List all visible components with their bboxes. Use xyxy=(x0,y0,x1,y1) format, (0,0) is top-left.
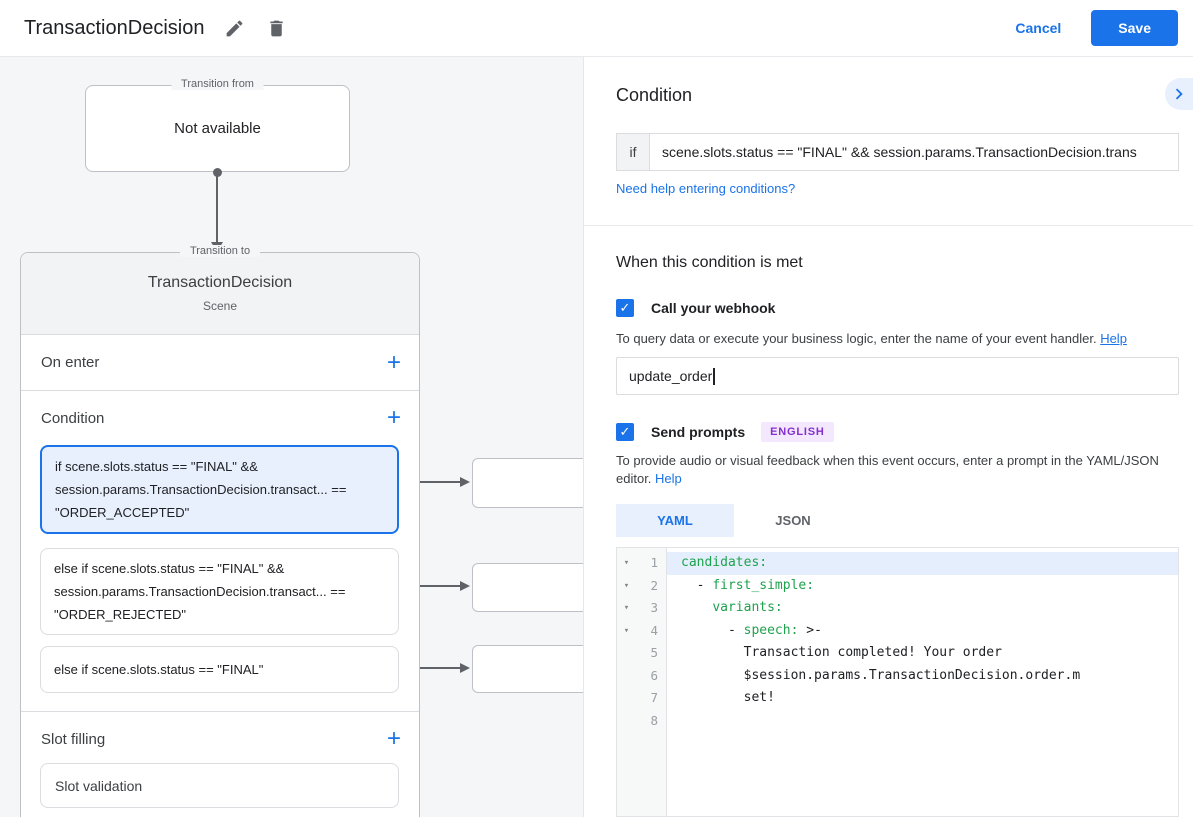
code-line: set! xyxy=(667,687,1178,710)
gutter-row: 7 xyxy=(617,687,666,710)
transition-target-box-1[interactable] xyxy=(472,458,592,508)
gutter-row: ▾4 xyxy=(617,620,666,643)
transition-target-box-3[interactable] xyxy=(472,645,592,693)
gutter-row: 5 xyxy=(617,642,666,665)
flow-canvas: Transition from Not available Transition… xyxy=(0,57,583,817)
add-on-enter-button[interactable]: + xyxy=(387,351,401,375)
on-enter-row: On enter + xyxy=(21,335,419,391)
condition-expression-input[interactable]: scene.slots.status == "FINAL" && session… xyxy=(650,133,1179,171)
fold-arrow-icon[interactable]: ▾ xyxy=(617,620,633,643)
gutter-row: 8 xyxy=(617,710,666,733)
yaml-editor[interactable]: ▾1 ▾2 ▾3 ▾4 5 6 7 8 candidates: - first_… xyxy=(616,547,1179,817)
webhook-help-link[interactable]: Help xyxy=(1100,331,1127,346)
collapse-panel-button[interactable] xyxy=(1165,78,1193,110)
scene-header[interactable]: TransactionDecision Scene xyxy=(21,253,419,335)
condition-3-connector-arrowhead xyxy=(460,663,470,673)
prompts-help-link[interactable]: Help xyxy=(655,471,682,486)
transition-target-box-2[interactable] xyxy=(472,563,592,612)
line-number: 6 xyxy=(633,665,666,688)
editor-code-area[interactable]: candidates: - first_simple: variants: - … xyxy=(667,548,1178,816)
line-number: 1 xyxy=(633,552,666,575)
webhook-helper-text: To query data or execute your business l… xyxy=(616,330,1182,348)
webhook-checkbox-row: ✓ Call your webhook xyxy=(616,299,775,317)
condition-input-row: if scene.slots.status == "FINAL" && sess… xyxy=(616,133,1179,171)
trash-icon[interactable] xyxy=(264,16,288,40)
line-number: 2 xyxy=(633,575,666,598)
condition-2-connector-arrowhead xyxy=(460,581,470,591)
condition-card-2[interactable]: else if scene.slots.status == "FINAL" &&… xyxy=(40,548,399,635)
line-number: 3 xyxy=(633,597,666,620)
section-divider xyxy=(21,711,419,712)
panel-divider xyxy=(584,225,1193,226)
save-button[interactable]: Save xyxy=(1091,10,1178,46)
webhook-checkbox[interactable]: ✓ xyxy=(616,299,634,317)
check-icon: ✓ xyxy=(620,300,631,316)
scene-editor-window: TransactionDecision Cancel Save Transiti… xyxy=(0,0,1193,817)
transition-to-legend: Transition to xyxy=(180,245,260,257)
prompts-checkbox[interactable]: ✓ xyxy=(616,423,634,441)
tab-yaml[interactable]: YAML xyxy=(616,504,734,537)
transition-from-content: Not available xyxy=(86,86,349,171)
code-line: $session.params.TransactionDecision.orde… xyxy=(667,665,1178,688)
transition-from-box: Transition from Not available xyxy=(85,85,350,172)
code-line: variants: xyxy=(667,597,1178,620)
code-line: - speech: >- xyxy=(667,620,1178,643)
language-badge: ENGLISH xyxy=(761,422,834,442)
gutter-row: ▾1 xyxy=(617,552,666,575)
edit-icon[interactable] xyxy=(222,16,246,40)
transition-from-legend: Transition from xyxy=(171,78,264,90)
webhook-helper-body: To query data or execute your business l… xyxy=(616,331,1100,346)
flow-connector-line xyxy=(216,172,218,242)
top-bar: TransactionDecision Cancel Save xyxy=(0,0,1193,57)
when-condition-heading: When this condition is met xyxy=(616,254,803,272)
add-slot-button[interactable]: + xyxy=(387,727,401,751)
prompts-helper-text: To provide audio or visual feedback when… xyxy=(616,452,1182,487)
condition-section-row: Condition + xyxy=(21,391,419,445)
prompts-checkbox-row: ✓ Send prompts ENGLISH xyxy=(616,422,834,442)
slot-filling-label: Slot filling xyxy=(41,731,105,748)
slot-validation-card[interactable]: Slot validation xyxy=(40,763,399,808)
chevron-right-icon xyxy=(1168,83,1190,105)
prompts-helper-body: To provide audio or visual feedback when… xyxy=(616,453,1159,486)
line-number: 7 xyxy=(633,687,666,710)
fold-arrow-icon[interactable]: ▾ xyxy=(617,575,633,598)
check-icon: ✓ xyxy=(620,424,631,440)
code-line: - first_simple: xyxy=(667,575,1178,598)
fold-arrow-icon[interactable]: ▾ xyxy=(617,597,633,620)
code-line: candidates: xyxy=(667,552,1178,575)
webhook-handler-value: update_order xyxy=(629,368,712,384)
slot-filling-row: Slot filling + xyxy=(21,713,419,765)
code-line xyxy=(667,710,1178,733)
line-number: 5 xyxy=(633,642,666,665)
condition-detail-panel: Condition if scene.slots.status == "FINA… xyxy=(583,57,1193,817)
cancel-button[interactable]: Cancel xyxy=(1015,20,1061,36)
page-title: TransactionDecision xyxy=(24,17,204,40)
transition-to-box: Transition to TransactionDecision Scene … xyxy=(20,252,420,817)
scene-subtitle: Scene xyxy=(21,292,419,313)
line-number: 8 xyxy=(633,710,666,733)
text-cursor xyxy=(713,368,715,385)
line-number: 4 xyxy=(633,620,666,643)
condition-card-1[interactable]: if scene.slots.status == "FINAL" && sess… xyxy=(40,445,399,534)
tab-json[interactable]: JSON xyxy=(734,504,852,537)
gutter-row: ▾2 xyxy=(617,575,666,598)
scene-title: TransactionDecision xyxy=(21,253,419,292)
condition-card-3[interactable]: else if scene.slots.status == "FINAL" xyxy=(40,646,399,693)
webhook-label: Call your webhook xyxy=(651,300,775,316)
gutter-row: 6 xyxy=(617,665,666,688)
editor-tabs: YAML JSON xyxy=(616,504,852,537)
code-line: Transaction completed! Your order xyxy=(667,642,1178,665)
add-condition-button[interactable]: + xyxy=(387,406,401,430)
condition-section-label: Condition xyxy=(41,410,104,427)
panel-title: Condition xyxy=(616,85,692,106)
if-prefix: if xyxy=(616,133,650,171)
prompts-label: Send prompts xyxy=(651,424,745,440)
condition-help-link[interactable]: Need help entering conditions? xyxy=(616,181,795,196)
webhook-handler-input[interactable]: update_order xyxy=(616,357,1179,395)
fold-arrow-icon[interactable]: ▾ xyxy=(617,552,633,575)
on-enter-label: On enter xyxy=(41,354,99,371)
gutter-row: ▾3 xyxy=(617,597,666,620)
condition-1-connector-arrowhead xyxy=(460,477,470,487)
editor-gutter: ▾1 ▾2 ▾3 ▾4 5 6 7 8 xyxy=(617,548,667,816)
